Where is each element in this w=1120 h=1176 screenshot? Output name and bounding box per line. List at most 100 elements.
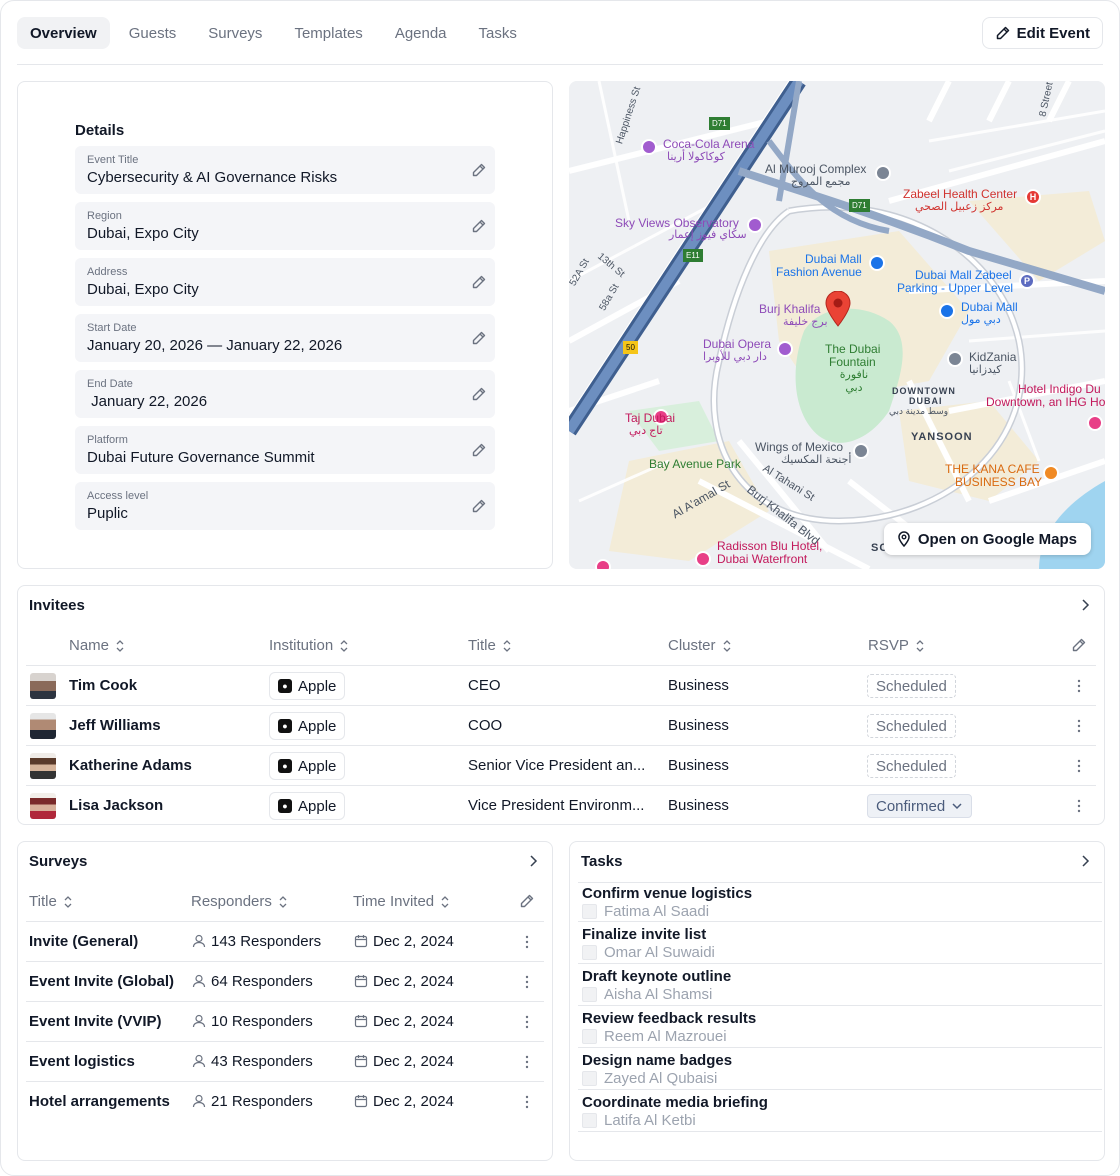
column-header-title[interactable]: Title	[29, 893, 73, 910]
table-row[interactable]: Event Invite (VVIP) 10 Responders Dec 2,…	[18, 1002, 554, 1042]
field-address[interactable]: Address Dubai, Expo City	[75, 258, 495, 306]
table-row[interactable]: Jeff Williams ● Apple COO Business Schedu…	[18, 706, 1106, 746]
task-item[interactable]: Draft keynote outline Aisha Al Shamsi	[578, 966, 1102, 1006]
task-item[interactable]: Confirm venue logistics Fatima Al Saadi	[578, 882, 1102, 922]
column-header-institution[interactable]: Institution	[269, 637, 349, 654]
pencil-icon[interactable]	[519, 893, 535, 909]
poi-label: برج خليفة	[783, 316, 828, 328]
rsvp-status[interactable]: Scheduled	[867, 754, 956, 778]
tasks-title: Tasks	[581, 853, 623, 870]
task-checkbox[interactable]	[582, 987, 597, 1002]
more-options-icon[interactable]	[525, 935, 529, 949]
pencil-icon[interactable]	[471, 218, 487, 234]
institution-chip: ● Apple	[269, 672, 346, 700]
sort-icon	[441, 895, 449, 908]
table-row[interactable]: Invite (General) 143 Responders Dec 2, 2…	[18, 922, 554, 962]
field-start-date[interactable]: Start Date January 20, 2026 — January 22…	[75, 314, 495, 362]
tab-agenda[interactable]: Agenda	[382, 17, 460, 49]
tab-surveys[interactable]: Surveys	[195, 17, 275, 49]
more-options-icon[interactable]	[1077, 719, 1081, 733]
task-title: Review feedback results	[582, 1010, 757, 1027]
details-title: Details	[75, 122, 125, 139]
field-platform[interactable]: Platform Dubai Future Governance Summit	[75, 426, 495, 474]
table-row[interactable]: Tim Cook ● Apple CEO Business Scheduled	[18, 666, 1106, 706]
table-row[interactable]: Event Invite (Global) 64 Responders Dec …	[18, 962, 554, 1002]
hospital-pin-icon[interactable]: H	[1025, 189, 1041, 205]
chevron-down-icon	[952, 803, 962, 810]
task-checkbox[interactable]	[582, 1071, 597, 1086]
hotel-pin-icon[interactable]	[1087, 415, 1103, 431]
field-event-title[interactable]: Event Title Cybersecurity & AI Governanc…	[75, 146, 495, 194]
tab-tasks[interactable]: Tasks	[466, 17, 530, 49]
shopping-pin-icon[interactable]	[939, 303, 955, 319]
shopping-pin-icon[interactable]	[869, 255, 885, 271]
pencil-icon[interactable]	[471, 442, 487, 458]
field-region[interactable]: Region Dubai, Expo City	[75, 202, 495, 250]
task-checkbox[interactable]	[582, 904, 597, 919]
more-options-icon[interactable]	[1077, 799, 1081, 813]
pencil-icon[interactable]	[471, 274, 487, 290]
table-row[interactable]: Lisa Jackson ● Apple Vice President Envir…	[18, 786, 1106, 826]
arena-pin-icon[interactable]	[641, 139, 657, 155]
location-marker-icon[interactable]	[825, 291, 851, 327]
music-pin-icon[interactable]	[777, 341, 793, 357]
place-pin-icon[interactable]	[853, 443, 869, 459]
edit-event-button[interactable]: Edit Event	[981, 17, 1103, 49]
hotel-pin-icon[interactable]	[695, 551, 711, 567]
tab-overview[interactable]: Overview	[17, 17, 110, 49]
field-end-date[interactable]: End Date January 22, 2026	[75, 370, 495, 418]
chevron-right-icon[interactable]	[526, 854, 540, 868]
rsvp-status[interactable]: Scheduled	[867, 674, 956, 698]
avatar	[30, 793, 56, 819]
survey-responders: 143 Responders	[211, 933, 322, 950]
tab-templates[interactable]: Templates	[281, 17, 375, 49]
parking-pin-icon[interactable]: P	[1019, 273, 1035, 289]
task-item[interactable]: Design name badges Zayed Al Qubaisi	[578, 1050, 1102, 1090]
more-options-icon[interactable]	[525, 975, 529, 989]
location-map[interactable]: Happiness St 52A St 13th St 58a St 8 Str…	[569, 81, 1105, 569]
table-row[interactable]: Katherine Adams ● Apple Senior Vice Presi…	[18, 746, 1106, 786]
field-value: Dubai, Expo City	[87, 225, 199, 242]
task-item[interactable]: Coordinate media briefing Latifa Al Ketb…	[578, 1092, 1102, 1132]
observatory-pin-icon[interactable]	[747, 217, 763, 233]
rsvp-status[interactable]: Scheduled	[867, 714, 956, 738]
poi-label: Wings of Mexico	[755, 440, 844, 454]
task-checkbox[interactable]	[582, 1029, 597, 1044]
open-google-maps-button[interactable]: Open on Google Maps	[883, 523, 1091, 555]
cafe-pin-icon[interactable]	[1043, 465, 1059, 481]
place-pin-icon[interactable]	[875, 165, 891, 181]
table-row[interactable]: Event logistics 43 Responders Dec 2, 202…	[18, 1042, 554, 1082]
pencil-icon[interactable]	[471, 498, 487, 514]
more-options-icon[interactable]	[525, 1055, 529, 1069]
pencil-icon[interactable]	[1071, 637, 1087, 653]
road-shield-50: 50	[623, 341, 638, 354]
column-header-rsvp[interactable]: RSVP	[868, 637, 925, 654]
more-options-icon[interactable]	[1077, 759, 1081, 773]
chevron-right-icon[interactable]	[1078, 854, 1092, 868]
task-checkbox[interactable]	[582, 1113, 597, 1128]
column-header-cluster[interactable]: Cluster	[668, 637, 732, 654]
column-header-name[interactable]: Name	[69, 637, 125, 654]
more-options-icon[interactable]	[525, 1095, 529, 1109]
pencil-icon[interactable]	[471, 386, 487, 402]
task-item[interactable]: Review feedback results Reem Al Mazrouei	[578, 1008, 1102, 1048]
pencil-icon[interactable]	[471, 162, 487, 178]
column-header-responders[interactable]: Responders	[191, 893, 288, 910]
institution-chip: ● Apple	[269, 752, 346, 780]
task-checkbox[interactable]	[582, 945, 597, 960]
tab-guests[interactable]: Guests	[116, 17, 190, 49]
more-options-icon[interactable]	[1077, 679, 1081, 693]
field-access-level[interactable]: Access level Puplic	[75, 482, 495, 530]
hotel-pin-icon[interactable]	[595, 559, 611, 569]
poi-label: Burj Khalifa	[759, 302, 821, 316]
column-header-title[interactable]: Title	[468, 637, 512, 654]
pencil-icon[interactable]	[471, 330, 487, 346]
table-row[interactable]: Hotel arrangements 21 Responders Dec 2, …	[18, 1082, 554, 1122]
more-options-icon[interactable]	[525, 1015, 529, 1029]
place-pin-icon[interactable]	[947, 351, 963, 367]
column-header-time-invited[interactable]: Time Invited	[353, 893, 450, 910]
chevron-right-icon[interactable]	[1078, 598, 1092, 612]
task-item[interactable]: Finalize invite list Omar Al Suwaidi	[578, 924, 1102, 964]
poi-label: KidZania	[969, 350, 1017, 364]
rsvp-status-dropdown[interactable]: Confirmed	[867, 794, 973, 818]
